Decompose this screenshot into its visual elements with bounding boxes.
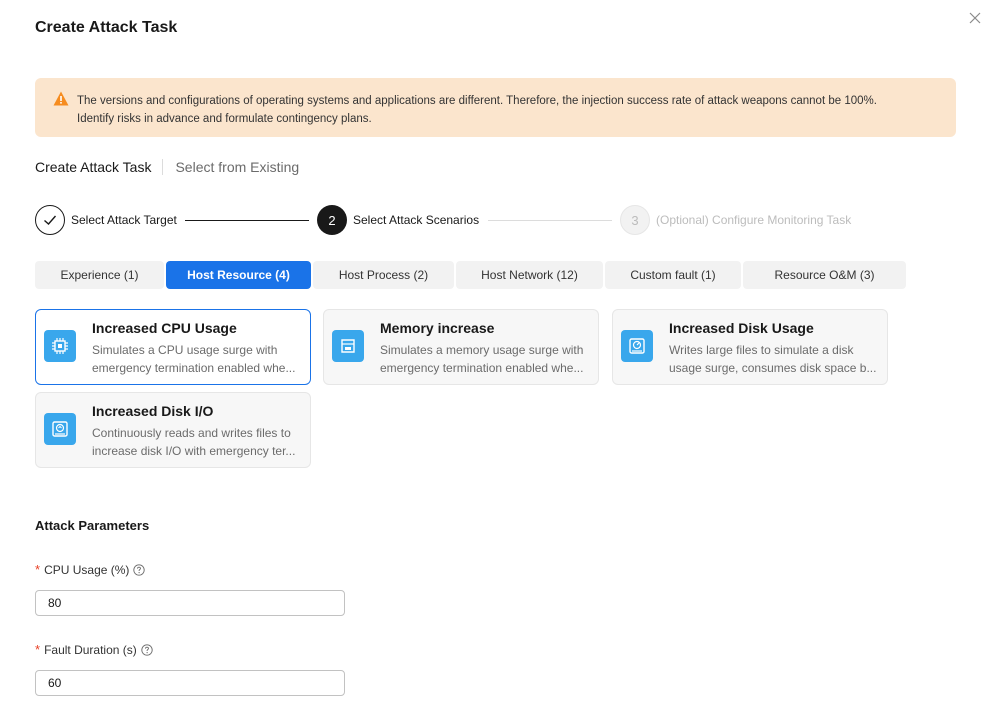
step-2-circle: 2	[317, 205, 347, 235]
warning-icon	[53, 91, 69, 106]
step-3-label: (Optional) Configure Monitoring Task	[656, 213, 852, 227]
disk-io-icon	[44, 413, 76, 445]
card-description: Continuously reads and writes files to i…	[92, 424, 302, 460]
card-desc-line-2: emergency termination enabled whe...	[92, 361, 296, 375]
help-icon[interactable]	[133, 563, 146, 576]
card-title: Memory increase	[380, 320, 495, 336]
tab-resource-om[interactable]: Resource O&M (3)	[743, 261, 906, 289]
tab-host-resource[interactable]: Host Resource (4)	[166, 261, 311, 289]
cpu-icon	[44, 330, 76, 362]
fault-duration-label-row: * Fault Duration (s)	[35, 642, 153, 657]
check-icon	[44, 215, 57, 225]
scenario-card-cpu[interactable]: Increased CPU Usage Simulates a CPU usag…	[35, 309, 311, 385]
alert-line-2: Identify risks in advance and formulate …	[77, 113, 372, 125]
card-title: Increased Disk I/O	[92, 403, 214, 419]
fault-duration-input[interactable]	[35, 670, 345, 696]
tab-host-network[interactable]: Host Network (12)	[456, 261, 603, 289]
tab-experience[interactable]: Experience (1)	[35, 261, 164, 289]
card-desc-line-1: Simulates a CPU usage surge with	[92, 343, 278, 357]
card-desc-line-1: Writes large files to simulate a disk	[669, 343, 854, 357]
mode-select-from-existing[interactable]: Select from Existing	[175, 159, 299, 175]
card-desc-line-1: Simulates a memory usage surge with	[380, 343, 584, 357]
disk-icon	[621, 330, 653, 362]
fault-duration-label: Fault Duration (s)	[44, 642, 137, 657]
cpu-usage-label: CPU Usage (%)	[44, 562, 130, 577]
card-title: Increased Disk Usage	[669, 320, 814, 336]
card-title: Increased CPU Usage	[92, 320, 237, 336]
required-asterisk: *	[35, 642, 41, 657]
warning-alert: The versions and configurations of opera…	[35, 78, 956, 137]
mode-create-attack-task[interactable]: Create Attack Task	[35, 159, 151, 175]
card-desc-line-2: emergency termination enabled whe...	[380, 361, 584, 375]
step-indicator: Select Attack Target 2 Select Attack Sce…	[35, 205, 935, 235]
step-connector-2	[488, 220, 612, 221]
close-icon	[969, 12, 981, 24]
help-icon[interactable]	[141, 643, 153, 656]
mode-switch: Create Attack Task Select from Existing	[35, 158, 299, 176]
card-description: Simulates a CPU usage surge with emergen…	[92, 341, 302, 377]
cpu-usage-input[interactable]	[35, 590, 345, 616]
card-description: Simulates a memory usage surge with emer…	[380, 341, 590, 377]
tab-custom-fault[interactable]: Custom fault (1)	[605, 261, 741, 289]
mode-divider	[162, 159, 164, 175]
step-2-label: Select Attack Scenarios	[353, 213, 480, 227]
dialog-title: Create Attack Task	[35, 19, 178, 36]
cpu-usage-label-row: * CPU Usage (%)	[35, 562, 146, 577]
attack-parameters-title: Attack Parameters	[35, 518, 150, 533]
alert-message: The versions and configurations of opera…	[77, 92, 937, 128]
memory-icon	[332, 330, 364, 362]
scenario-card-disk-usage[interactable]: Increased Disk Usage Writes large files …	[612, 309, 888, 385]
step-1-label: Select Attack Target	[71, 213, 177, 227]
tab-host-process[interactable]: Host Process (2)	[313, 261, 454, 289]
step-1-circle	[35, 205, 65, 235]
required-asterisk: *	[35, 562, 41, 577]
card-desc-line-1: Continuously reads and writes files to	[92, 426, 291, 440]
close-button[interactable]	[966, 9, 984, 27]
scenario-card-disk-io[interactable]: Increased Disk I/O Continuously reads an…	[35, 392, 311, 468]
step-3-circle: 3	[620, 205, 650, 235]
scenario-card-memory[interactable]: Memory increase Simulates a memory usage…	[323, 309, 599, 385]
card-description: Writes large files to simulate a disk us…	[669, 341, 879, 377]
alert-line-1: The versions and configurations of opera…	[77, 95, 877, 107]
card-desc-line-2: usage surge, consumes disk space b...	[669, 361, 877, 375]
card-desc-line-2: increase disk I/O with emergency ter...	[92, 444, 296, 458]
step-connector-1	[185, 220, 309, 221]
